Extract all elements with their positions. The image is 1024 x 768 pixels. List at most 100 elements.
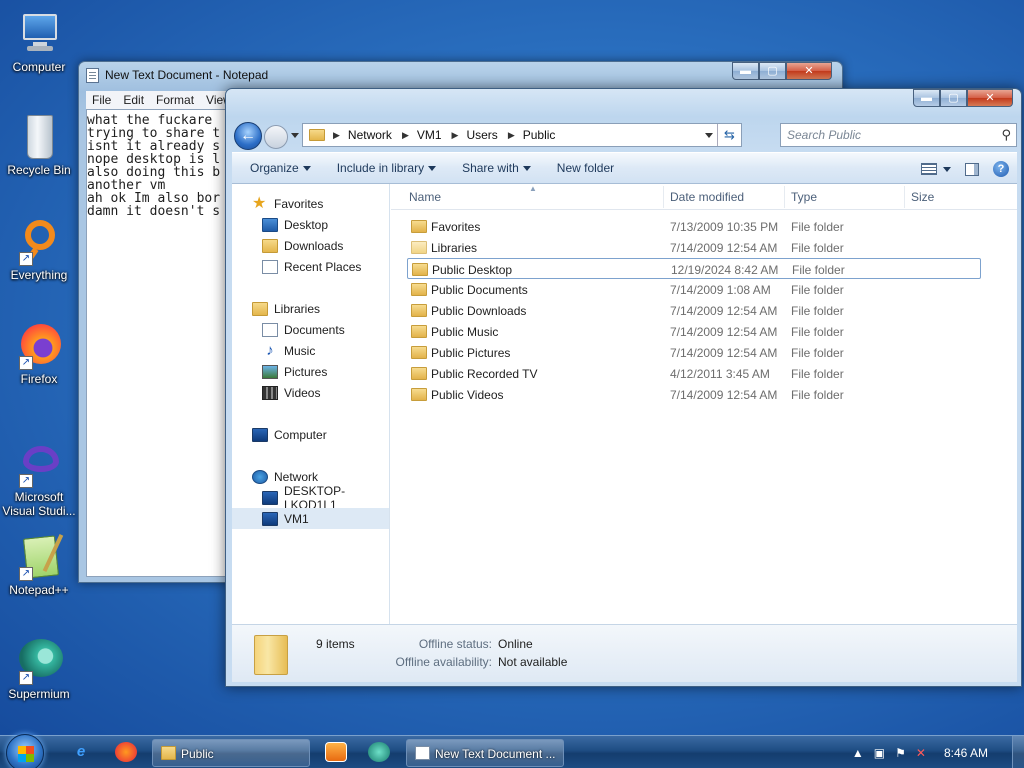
search-icon[interactable]: ⚲ xyxy=(1001,127,1011,143)
table-row[interactable]: Public Documents 7/14/2009 1:08 AM File fo… xyxy=(407,279,981,300)
breadcrumb-network[interactable]: Network xyxy=(348,128,392,142)
action-center-flag-icon[interactable]: ⚑ xyxy=(895,746,906,760)
preview-pane-icon[interactable] xyxy=(965,162,979,176)
column-divider[interactable] xyxy=(784,186,785,208)
desktop-icon-notepadpp[interactable]: ↗ Notepad++ xyxy=(2,533,76,597)
help-icon[interactable]: ? xyxy=(993,161,1009,177)
nav-libraries[interactable]: Libraries xyxy=(232,298,389,319)
taskbar-item-public[interactable]: Public xyxy=(152,739,310,767)
nav-recent-places[interactable]: Recent Places xyxy=(232,256,389,277)
network-status-icon[interactable]: ▣ xyxy=(874,746,885,760)
table-row[interactable]: Favorites 7/13/2009 10:35 PM File folder xyxy=(407,216,981,237)
table-row[interactable]: Public Pictures 7/14/2009 12:54 AM File fo… xyxy=(407,342,981,363)
close-button[interactable]: ✕ xyxy=(967,89,1013,107)
desktop-icon-visual-studio[interactable]: ↗ Microsoft Visual Studi... xyxy=(2,440,76,518)
menu-format[interactable]: Format xyxy=(156,93,194,107)
chevron-right-icon[interactable]: ▶ xyxy=(333,130,340,141)
column-date-modified[interactable]: Date modified xyxy=(670,190,744,204)
internet-explorer-icon[interactable]: e xyxy=(70,742,92,762)
include-in-library-button[interactable]: Include in library xyxy=(337,161,437,175)
recent-pages-dropdown[interactable] xyxy=(291,133,299,138)
desktop-icon-label: Recycle Bin xyxy=(7,163,71,177)
chevron-down-icon[interactable] xyxy=(943,166,951,172)
minimize-button[interactable]: ▬ xyxy=(732,62,759,80)
table-row[interactable]: Public Downloads 7/14/2009 12:54 AM File f… xyxy=(407,300,981,321)
maximize-button[interactable]: ▢ xyxy=(940,89,967,107)
breadcrumb-public[interactable]: Public xyxy=(523,128,556,142)
file-type: File folder xyxy=(792,263,845,277)
breadcrumb-users[interactable]: Users xyxy=(466,128,497,142)
column-size[interactable]: Size xyxy=(911,190,934,204)
explorer-window[interactable]: ▬ ▢ ✕ ← ▶ Network ▶ VM1 ▶ Users ▶ Public… xyxy=(225,88,1022,687)
table-row[interactable]: Libraries 7/14/2009 12:54 AM File folder xyxy=(407,237,981,258)
organize-button[interactable]: Organize xyxy=(250,161,311,175)
table-row[interactable]: Public Videos 7/14/2009 12:54 AM File fold… xyxy=(407,384,981,405)
nav-label: Pictures xyxy=(284,364,328,379)
nav-pictures[interactable]: Pictures xyxy=(232,361,389,382)
table-row[interactable]: Public Recorded TV 4/12/2011 3:45 AM File … xyxy=(407,363,981,384)
folder-icon xyxy=(411,346,427,359)
file-name: Favorites xyxy=(431,220,481,234)
taskbar-item-notepad[interactable]: New Text Document ... xyxy=(406,739,564,767)
desktop-icon-supermium[interactable]: ↗ Supermium xyxy=(2,637,76,701)
share-with-button[interactable]: Share with xyxy=(462,161,531,175)
show-desktop-button[interactable] xyxy=(1012,736,1024,768)
nav-desktop-pc[interactable]: DESKTOP-LKOD1L1 xyxy=(232,484,389,512)
sort-arrow-icon: ▲ xyxy=(529,184,537,193)
refresh-icon[interactable]: ⇆ xyxy=(717,124,741,146)
volume-muted-icon[interactable]: ✕ xyxy=(916,746,926,760)
nav-music[interactable]: ♪ Music xyxy=(232,340,389,361)
change-view-icon[interactable] xyxy=(921,163,937,175)
minimize-button[interactable]: ▬ xyxy=(913,89,940,107)
start-button[interactable] xyxy=(6,734,44,768)
offline-status-value: Online xyxy=(498,637,533,651)
file-name: Public Music xyxy=(431,325,499,339)
back-button[interactable]: ← xyxy=(234,122,262,150)
menu-edit[interactable]: Edit xyxy=(123,93,144,107)
close-button[interactable]: ✕ xyxy=(786,62,832,80)
show-hidden-icons-icon[interactable]: ▲ xyxy=(852,746,864,760)
address-bar[interactable]: ▶ Network ▶ VM1 ▶ Users ▶ Public ⇆ xyxy=(302,123,742,147)
nav-desktop[interactable]: Desktop xyxy=(232,214,389,235)
desktop-icon-everything[interactable]: ↗ Everything xyxy=(2,218,76,282)
nav-vm1[interactable]: VM1 xyxy=(232,508,389,529)
folder-icon xyxy=(411,241,427,254)
column-divider[interactable] xyxy=(904,186,905,208)
menu-file[interactable]: File xyxy=(92,93,111,107)
desktop-icon-computer[interactable]: Computer xyxy=(2,10,76,74)
column-headers: Name ▲ Date modified Type Size xyxy=(391,184,1017,210)
system-tray: ▲ ▣ ⚑ ✕ 8:46 AM xyxy=(842,736,1024,768)
table-row[interactable]: Public Music 7/14/2009 12:54 AM File folde… xyxy=(407,321,981,342)
column-name[interactable]: Name xyxy=(409,190,441,204)
nav-downloads[interactable]: Downloads xyxy=(232,235,389,256)
clock[interactable]: 8:46 AM xyxy=(944,746,988,760)
taskbar-item-label: Public xyxy=(181,747,214,761)
column-divider[interactable] xyxy=(663,186,664,208)
search-placeholder: Search Public xyxy=(787,128,862,142)
maximize-button[interactable]: ▢ xyxy=(759,62,786,80)
media-player-icon[interactable] xyxy=(325,742,347,762)
supermium-icon[interactable] xyxy=(368,742,390,762)
firefox-icon[interactable] xyxy=(115,742,137,762)
desktop-icon-recycle-bin[interactable]: Recycle Bin xyxy=(2,113,76,177)
chevron-right-icon[interactable]: ▶ xyxy=(452,130,459,141)
breadcrumb-vm1[interactable]: VM1 xyxy=(417,128,442,142)
shortcut-arrow-icon: ↗ xyxy=(19,252,33,266)
nav-favorites[interactable]: ★ Favorites xyxy=(232,193,389,214)
forward-button[interactable] xyxy=(264,125,288,149)
desktop-icon-firefox[interactable]: ↗ Firefox xyxy=(2,322,76,386)
nav-computer[interactable]: Computer xyxy=(232,424,389,445)
chevron-right-icon[interactable]: ▶ xyxy=(402,130,409,141)
column-type[interactable]: Type xyxy=(791,190,817,204)
nav-documents[interactable]: Documents xyxy=(232,319,389,340)
table-row[interactable]: Public Desktop 12/19/2024 8:42 AM File fol… xyxy=(407,258,981,279)
nav-videos[interactable]: Videos xyxy=(232,382,389,403)
navigation-bar: ← ▶ Network ▶ VM1 ▶ Users ▶ Public ⇆ Sea… xyxy=(232,121,1017,150)
new-folder-button[interactable]: New folder xyxy=(557,161,626,175)
chevron-right-icon[interactable]: ▶ xyxy=(508,130,515,141)
text-editor[interactable]: what the fuckare trying to share t isnt … xyxy=(86,109,244,577)
chevron-down-icon[interactable] xyxy=(705,133,713,138)
nav-label: Network xyxy=(274,469,319,484)
file-type: File folder xyxy=(791,220,844,234)
search-input[interactable]: Search Public ⚲ xyxy=(780,123,1017,147)
